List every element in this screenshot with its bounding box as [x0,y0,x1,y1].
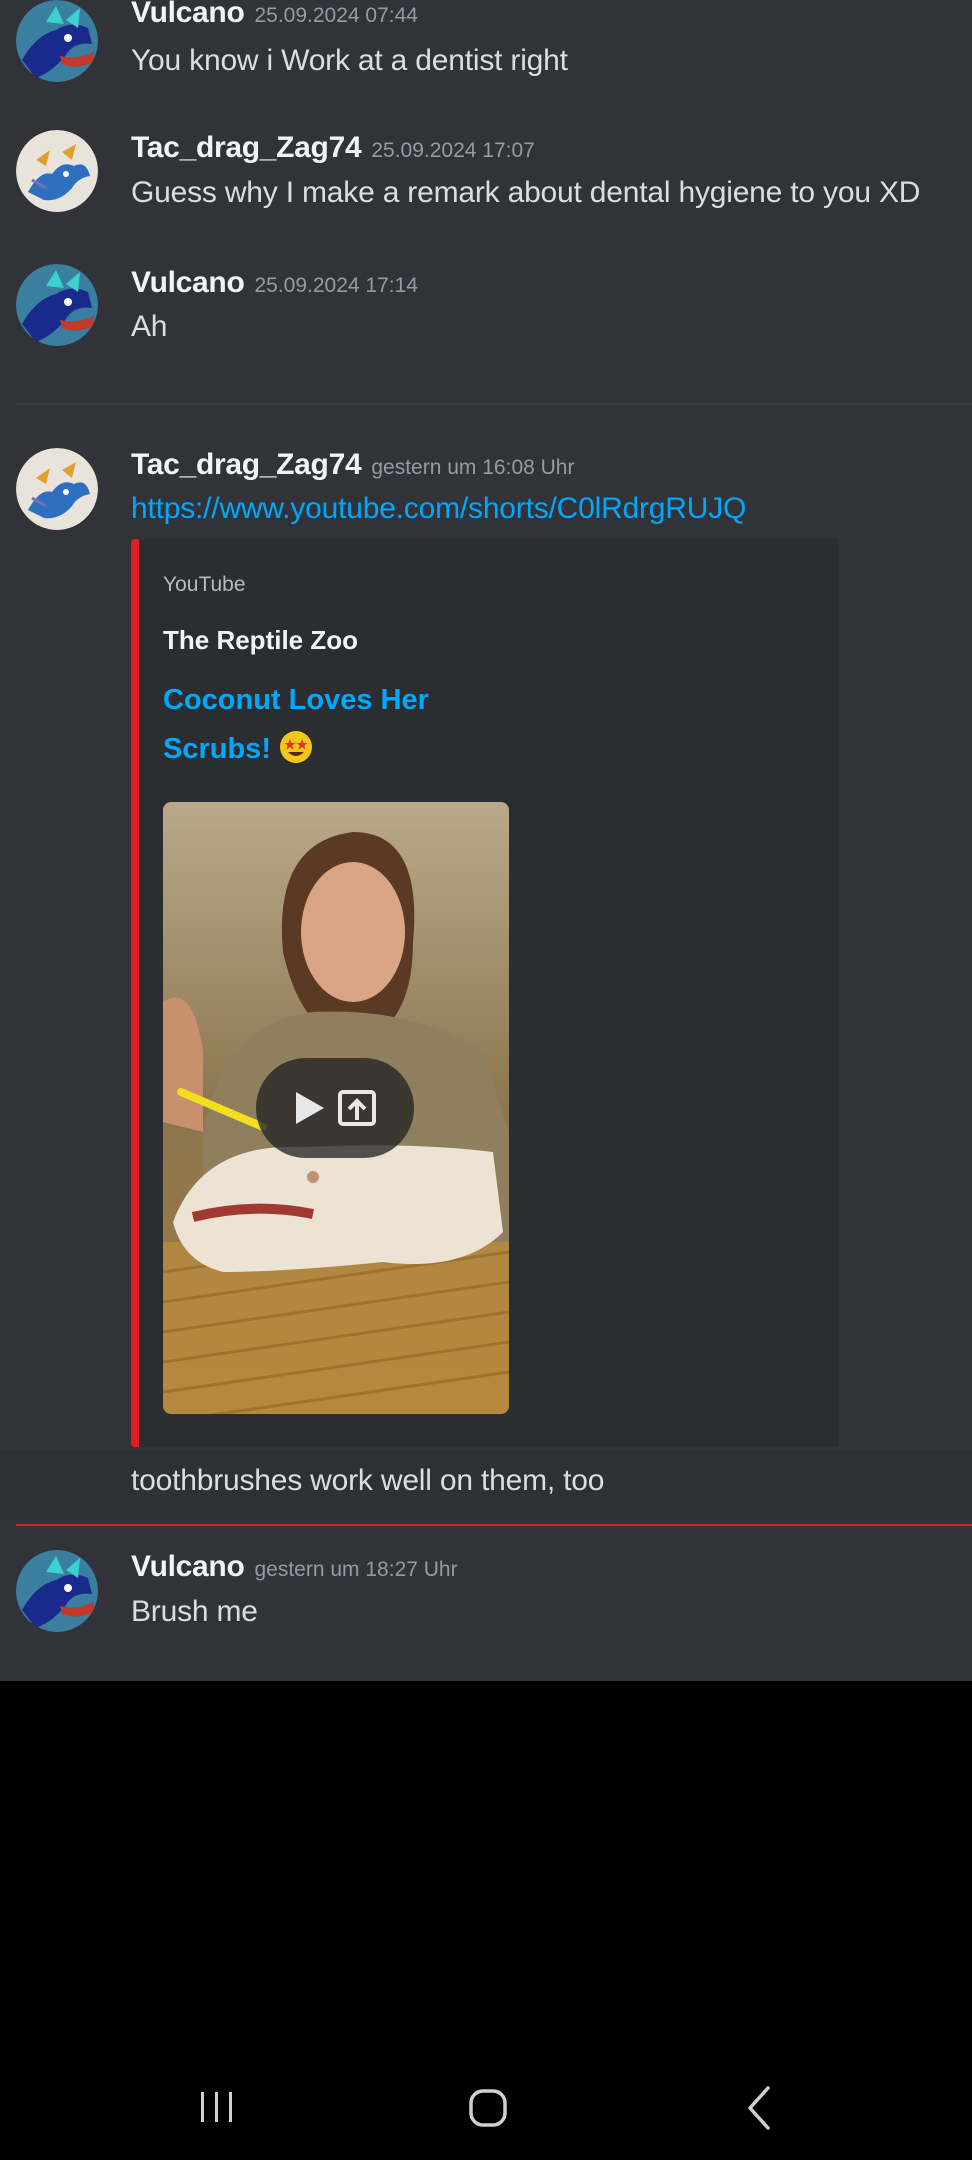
message-header: Tac_drag_Zag74 gestern um 16:08 Uhr [131,448,574,482]
message-2[interactable]: Tac_drag_Zag74 25.09.2024 17:07 Guess why… [0,130,972,240]
message-header: Tac_drag_Zag74 25.09.2024 17:07 [131,131,535,165]
message-3[interactable]: Vulcano 25.09.2024 17:14 Ah [0,264,972,374]
embed-title-text[interactable]: Scrubs! [163,733,271,765]
date-divider [16,403,972,405]
username[interactable]: Vulcano [131,1550,245,1583]
timestamp: 25.09.2024 17:14 [254,274,418,297]
message-text: You know i Work at a dentist right [131,44,568,77]
timestamp: 25.09.2024 17:07 [371,139,535,162]
dragon-avatar-icon[interactable] [16,264,98,346]
message-6[interactable]: Vulcano gestern um 18:27 Uhr Brush me [0,1550,972,1670]
recent-apps-icon[interactable] [187,2078,247,2138]
message-text: toothbrushes work well on them, too [131,1464,605,1497]
message-1[interactable]: Vulcano 25.09.2024 07:44 You know i Work … [0,0,972,110]
video-thumbnail[interactable] [163,802,509,1414]
dragon-sketch-avatar-icon[interactable] [16,448,98,530]
embed-title-line-2[interactable]: Scrubs! [163,730,313,766]
dragon-avatar-icon[interactable] [16,0,98,82]
play-icon[interactable] [296,1092,324,1124]
username[interactable]: Tac_drag_Zag74 [131,131,362,164]
timestamp: 25.09.2024 07:44 [254,4,418,27]
message-text: Ah [131,310,168,343]
video-play-controls[interactable] [256,1058,414,1158]
message-text: Brush me [131,1595,258,1628]
new-messages-divider [16,1524,972,1526]
message-header: Vulcano gestern um 18:27 Uhr [131,1550,458,1584]
timestamp: gestern um 18:27 Uhr [254,1558,458,1581]
star-struck-emoji-icon [279,730,313,764]
home-icon[interactable] [458,2078,518,2138]
timestamp: gestern um 16:08 Uhr [371,456,575,479]
embed-title-line-1[interactable]: Coconut Loves Her [163,684,429,717]
message-header: Vulcano 25.09.2024 07:44 [131,0,418,30]
username[interactable]: Tac_drag_Zag74 [131,448,362,481]
message-text: Guess why I make a remark about dental h… [131,176,921,209]
username[interactable]: Vulcano [131,0,245,29]
message-5[interactable]: toothbrushes work well on them, too [0,1450,972,1520]
youtube-link[interactable]: https://www.youtube.com/shorts/C0lRdrgRU… [131,492,746,526]
open-external-icon[interactable] [338,1090,376,1126]
embed-provider[interactable]: YouTube [163,573,246,597]
embed-accent-bar [131,539,139,1447]
embed-author[interactable]: The Reptile Zoo [163,625,358,656]
dragon-sketch-avatar-icon[interactable] [16,130,98,212]
message-header: Vulcano 25.09.2024 17:14 [131,266,418,300]
username[interactable]: Vulcano [131,266,245,299]
chat-area: Vulcano 25.09.2024 07:44 You know i Work … [0,0,972,1681]
dragon-avatar-icon[interactable] [16,1550,98,1632]
back-icon[interactable] [730,2078,790,2138]
